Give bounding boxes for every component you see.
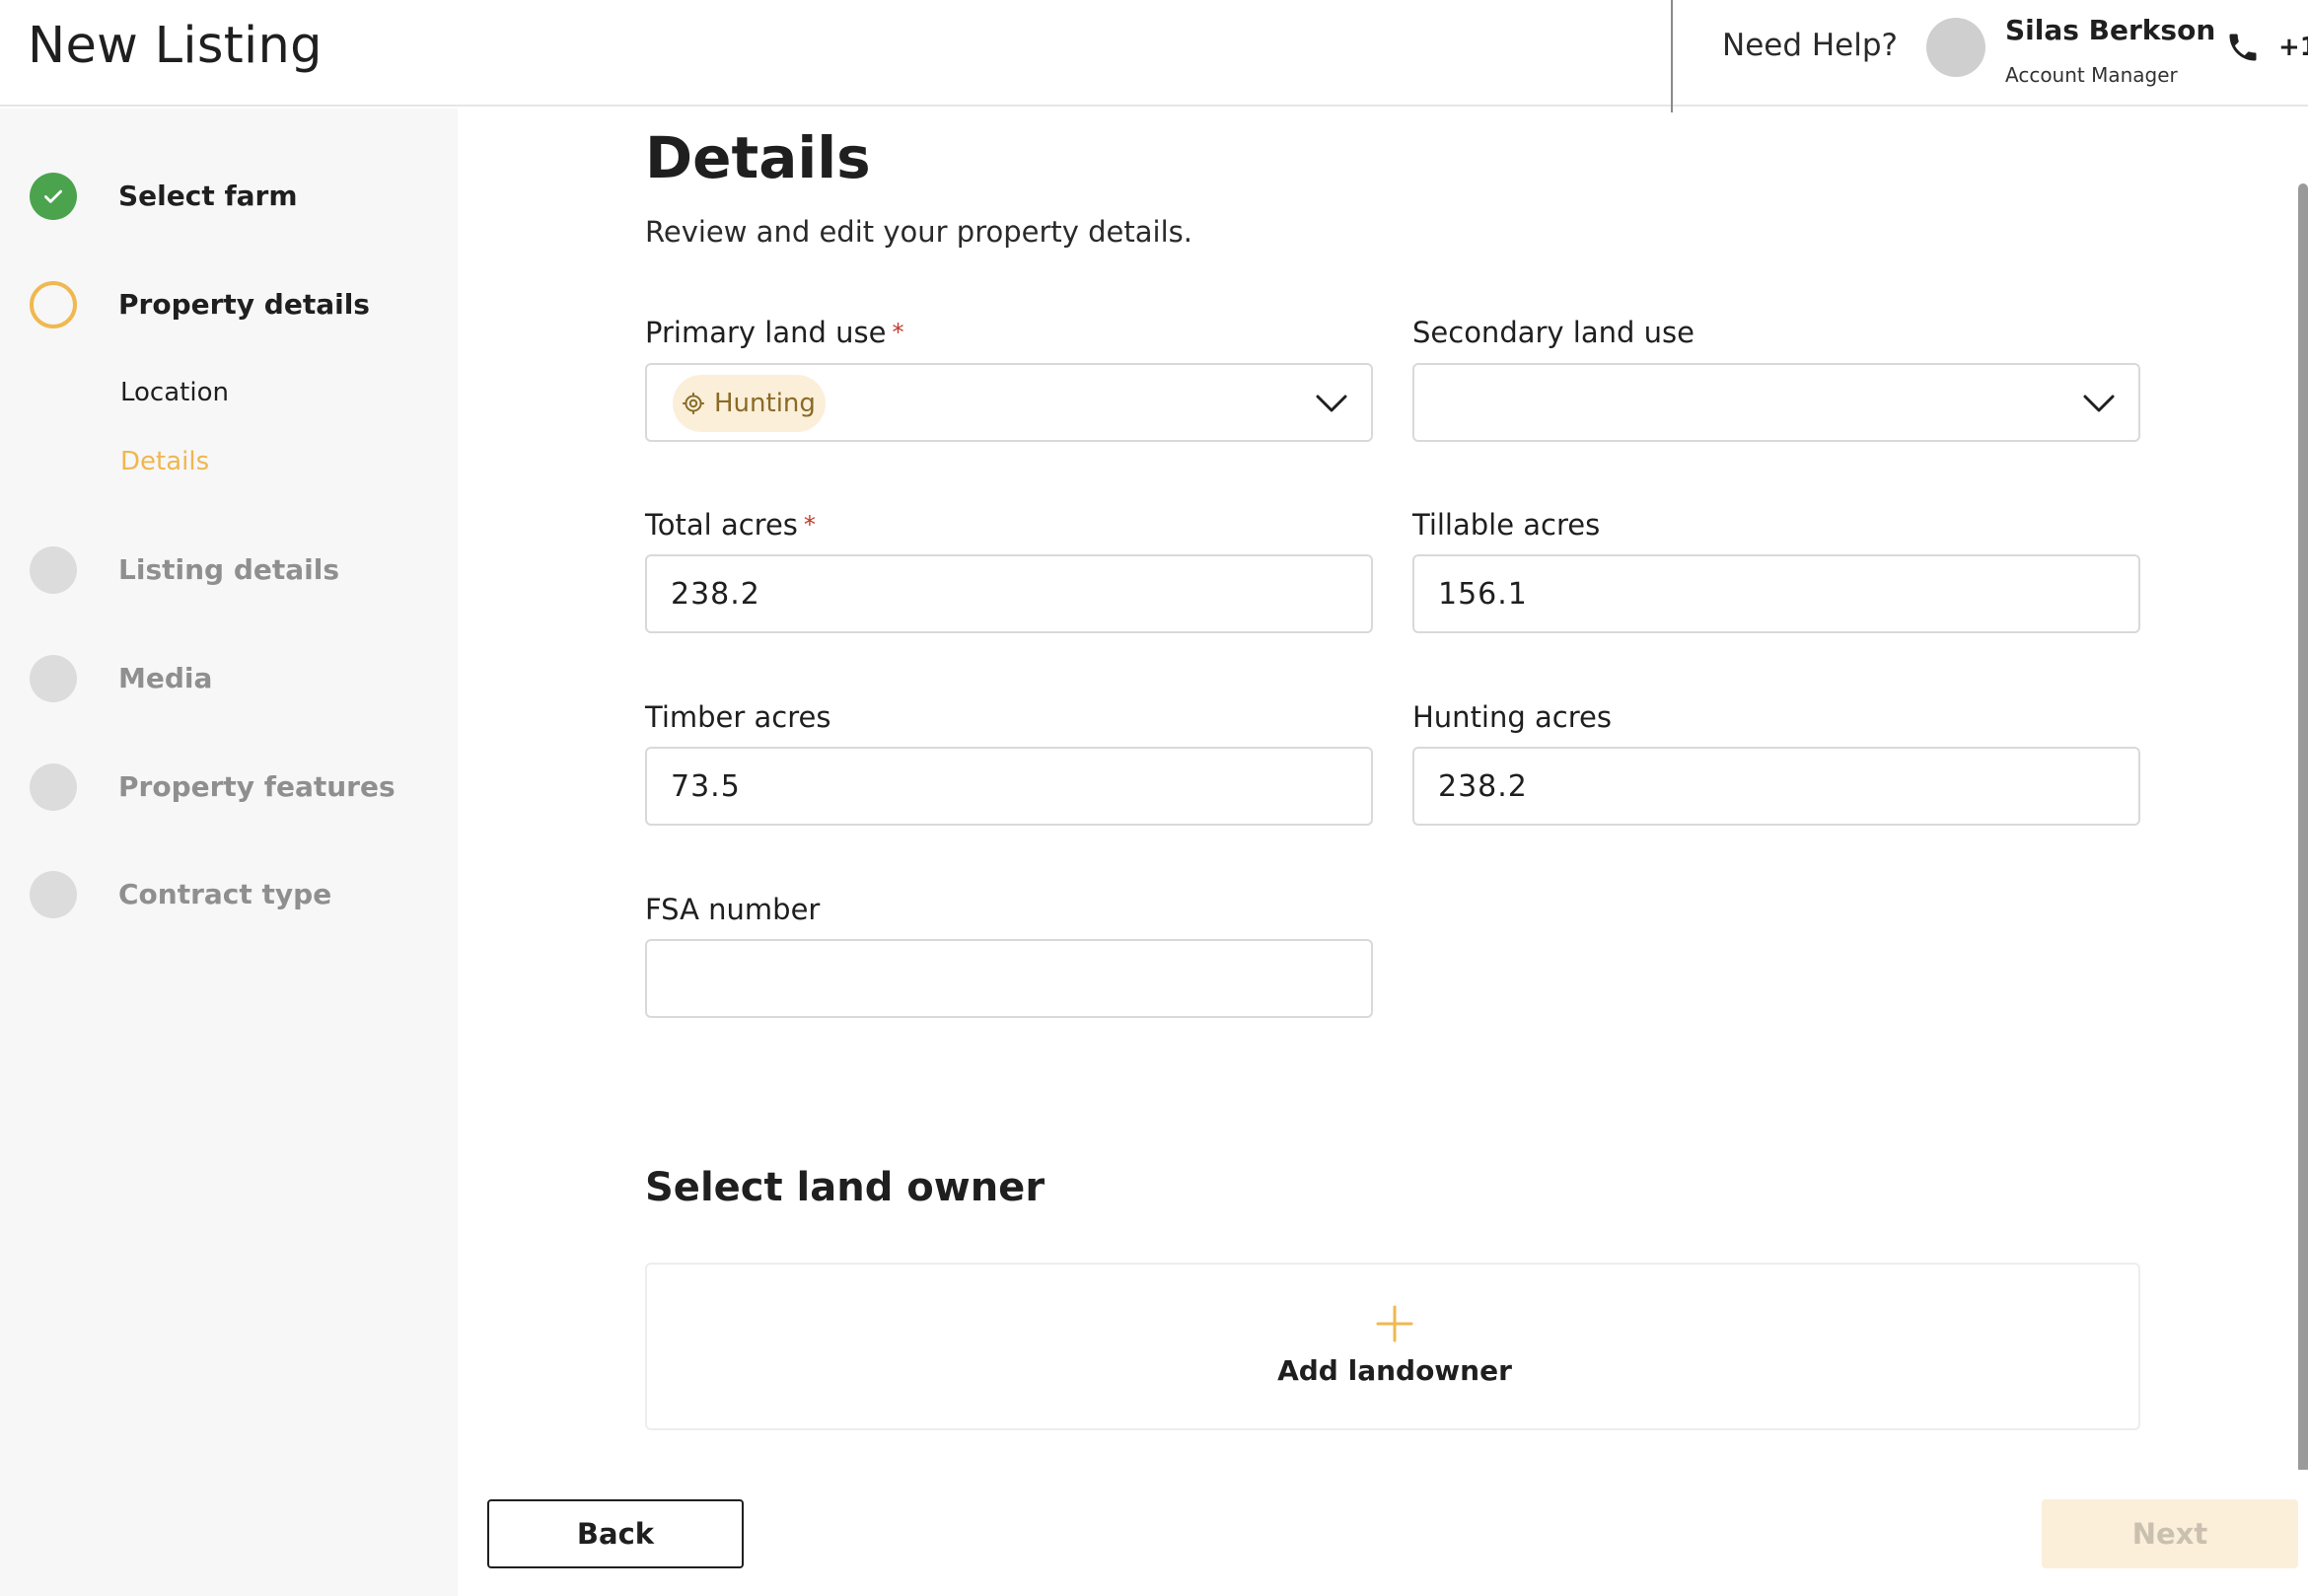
fsa-number-label: FSA number [645, 893, 821, 926]
tillable-acres-label: Tillable acres [1412, 508, 1601, 542]
chip-label: Hunting [714, 389, 816, 418]
required-mark: * [803, 511, 816, 539]
input-value: 238.2 [1438, 769, 1528, 804]
page-title: New Listing [28, 17, 323, 75]
wizard-footer: Back Next [458, 1470, 2308, 1596]
back-button[interactable]: Back [487, 1499, 744, 1568]
step-label: Listing details [118, 553, 339, 586]
step-label: Property features [118, 770, 396, 803]
header-divider [1671, 0, 1673, 112]
top-header: New Listing Need Help? Silas Berkson Acc… [0, 0, 2308, 112]
chevron-down-icon[interactable] [2081, 389, 2117, 418]
step-select-farm[interactable]: Select farm [30, 173, 298, 220]
secondary-land-use-label: Secondary land use [1412, 316, 1695, 349]
avatar [1926, 18, 1985, 77]
primary-land-use-select[interactable]: Hunting [645, 363, 1373, 442]
land-owner-heading: Select land owner [645, 1165, 1046, 1210]
add-landowner-label: Add landowner [1277, 1354, 1512, 1387]
account-manager-role: Account Manager [2005, 63, 2178, 87]
step-pending-indicator [30, 546, 77, 594]
input-value: 73.5 [671, 769, 741, 804]
main-content: Details Review and edit your property de… [458, 109, 2308, 1596]
plus-icon [1376, 1305, 1413, 1342]
step-label: Select farm [118, 180, 298, 212]
hunting-acres-label: Hunting acres [1412, 700, 1612, 734]
step-label: Media [118, 662, 213, 694]
step-contract-type[interactable]: Contract type [30, 871, 331, 918]
land-use-chip[interactable]: Hunting [673, 375, 826, 432]
input-value: 156.1 [1438, 577, 1528, 612]
section-title: Details [645, 124, 871, 191]
field-label-text: Primary land use [645, 316, 887, 349]
step-listing-details[interactable]: Listing details [30, 546, 339, 594]
substep-details[interactable]: Details [120, 444, 209, 479]
step-pending-indicator [30, 871, 77, 918]
section-subtitle: Review and edit your property details. [645, 215, 1192, 249]
tillable-acres-input[interactable]: 156.1 [1412, 554, 2140, 633]
secondary-land-use-select[interactable] [1412, 363, 2140, 442]
check-icon [30, 173, 77, 220]
primary-land-use-label: Primary land use * [645, 312, 903, 353]
step-pending-indicator [30, 763, 77, 811]
next-button[interactable]: Next [2042, 1499, 2298, 1568]
hunting-acres-input[interactable]: 238.2 [1412, 747, 2140, 826]
account-manager-name: Silas Berkson [2005, 14, 2216, 46]
total-acres-input[interactable]: 238.2 [645, 554, 1373, 633]
crosshair-icon [683, 393, 704, 414]
total-acres-label: Total acres * [645, 504, 816, 545]
step-pending-indicator [30, 655, 77, 702]
add-landowner-button[interactable]: Add landowner [645, 1263, 2140, 1430]
fsa-number-input[interactable] [645, 939, 1373, 1018]
step-property-details[interactable]: Property details [30, 281, 370, 328]
substep-location[interactable]: Location [120, 375, 229, 410]
timber-acres-label: Timber acres [645, 700, 831, 734]
field-label-text: Total acres [645, 508, 798, 542]
phone-icon[interactable] [2225, 30, 2261, 65]
scrollbar[interactable] [2298, 183, 2308, 1474]
input-value: 238.2 [671, 577, 760, 612]
step-label: Contract type [118, 878, 332, 910]
need-help-link[interactable]: Need Help? [1722, 24, 1898, 67]
wizard-sidebar: Select farm Property details Location De… [0, 109, 458, 1596]
step-current-indicator [30, 281, 77, 328]
chevron-down-icon[interactable] [1314, 389, 1349, 418]
timber-acres-input[interactable]: 73.5 [645, 747, 1373, 826]
required-mark: * [892, 319, 904, 346]
step-label: Property details [118, 288, 370, 321]
step-property-features[interactable]: Property features [30, 763, 396, 811]
phone-number[interactable]: +1 [2278, 30, 2308, 65]
step-media[interactable]: Media [30, 655, 212, 702]
